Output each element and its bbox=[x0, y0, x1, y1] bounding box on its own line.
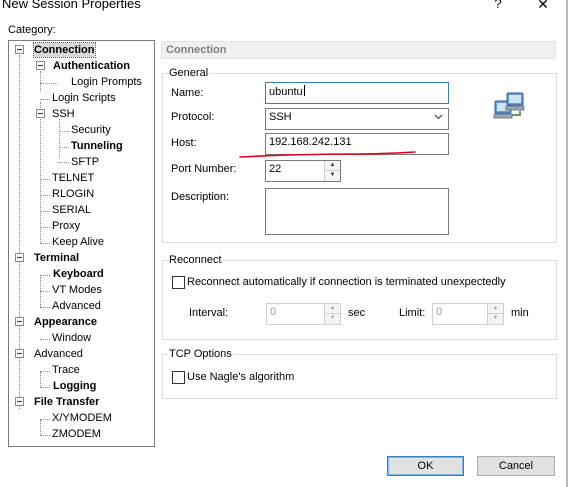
port-spinner[interactable]: ▲ ▼ bbox=[324, 161, 340, 181]
host-input-value: 192.168.242.131 bbox=[269, 136, 352, 148]
reconnect-checkbox[interactable] bbox=[172, 276, 185, 289]
limit-label: Limit: bbox=[399, 307, 426, 319]
limit-spinner[interactable]: ▲ ▼ bbox=[487, 304, 503, 324]
spin-down-icon[interactable]: ▼ bbox=[325, 314, 340, 324]
tree-item-telnet[interactable]: TELNET bbox=[52, 171, 94, 185]
collapse-ssh-icon[interactable] bbox=[36, 109, 45, 118]
interval-spinner[interactable]: ▲ ▼ bbox=[324, 304, 340, 324]
spin-down-icon[interactable]: ▼ bbox=[488, 314, 503, 324]
category-tree[interactable]: Connection Authentication Login Prompts … bbox=[8, 40, 155, 447]
category-label: Category: bbox=[8, 24, 56, 36]
protocol-select-value: SSH bbox=[269, 111, 292, 123]
tree-item-vt-modes[interactable]: VT Modes bbox=[52, 283, 102, 297]
tree-item-sftp[interactable]: SFTP bbox=[71, 155, 99, 169]
tree-item-rlogin[interactable]: RLOGIN bbox=[52, 187, 94, 201]
limit-unit: min bbox=[511, 307, 529, 319]
name-input[interactable]: ubuntu bbox=[265, 82, 449, 104]
tree-item-security[interactable]: Security bbox=[71, 123, 111, 137]
interval-unit: sec bbox=[348, 307, 366, 319]
help-button[interactable]: ? bbox=[491, 0, 505, 11]
port-number-stepper[interactable]: 22 ▲ ▼ bbox=[265, 160, 341, 182]
description-label: Description: bbox=[171, 191, 230, 203]
reconnect-checkbox-label[interactable]: Reconnect automatically if connection is… bbox=[187, 276, 506, 288]
tree-item-connection[interactable]: Connection bbox=[33, 42, 96, 58]
ok-button[interactable]: OK bbox=[387, 456, 464, 476]
tree-item-window[interactable]: Window bbox=[52, 331, 91, 345]
tree-item-terminal[interactable]: Terminal bbox=[34, 251, 79, 265]
tree-item-trace[interactable]: Trace bbox=[52, 363, 80, 377]
tree-item-keyboard[interactable]: Keyboard bbox=[53, 267, 104, 281]
text-caret bbox=[303, 85, 305, 96]
chevron-down-icon bbox=[433, 111, 444, 125]
tree-item-appearance[interactable]: Appearance bbox=[34, 315, 97, 329]
close-button[interactable]: ✕ bbox=[536, 0, 550, 13]
tcp-options-group-title: TCP Options bbox=[168, 348, 233, 360]
red-underline-annotation bbox=[239, 151, 416, 158]
protocol-label: Protocol: bbox=[171, 111, 215, 123]
interval-stepper[interactable]: 0 ▲ ▼ bbox=[266, 303, 341, 325]
tree-item-xymodem[interactable]: X/YMODEM bbox=[52, 411, 112, 425]
collapse-appearance-icon[interactable] bbox=[15, 317, 24, 326]
spin-up-icon[interactable]: ▲ bbox=[488, 304, 503, 314]
panel-header-title: Connection bbox=[166, 44, 227, 56]
protocol-select[interactable]: SSH bbox=[265, 108, 449, 130]
description-textarea[interactable] bbox=[265, 188, 449, 235]
interval-label: Interval: bbox=[189, 307, 229, 319]
general-group-title: General bbox=[168, 67, 210, 79]
tree-item-advanced[interactable]: Advanced bbox=[34, 347, 83, 361]
limit-value: 0 bbox=[436, 306, 443, 318]
window-title: New Session Properties bbox=[2, 0, 141, 11]
tree-item-logging[interactable]: Logging bbox=[53, 379, 96, 393]
tree-item-authentication[interactable]: Authentication bbox=[53, 59, 130, 73]
spin-up-icon[interactable]: ▲ bbox=[325, 304, 340, 314]
nagle-checkbox[interactable] bbox=[172, 371, 185, 384]
tree-item-keep-alive[interactable]: Keep Alive bbox=[52, 235, 104, 249]
name-label: Name: bbox=[171, 87, 204, 99]
reconnect-group-title: Reconnect bbox=[168, 254, 223, 266]
tree-item-terminal-advanced[interactable]: Advanced bbox=[52, 299, 101, 313]
collapse-advanced-icon[interactable] bbox=[15, 349, 24, 358]
port-number-value: 22 bbox=[269, 163, 282, 175]
tree-item-zmodem[interactable]: ZMODEM bbox=[52, 427, 101, 441]
tree-item-serial[interactable]: SERIAL bbox=[52, 203, 91, 217]
tree-item-login-prompts[interactable]: Login Prompts bbox=[71, 75, 142, 89]
limit-stepper[interactable]: 0 ▲ ▼ bbox=[432, 303, 504, 325]
nagle-checkbox-label[interactable]: Use Nagle's algorithm bbox=[187, 371, 294, 383]
spin-down-icon[interactable]: ▼ bbox=[325, 171, 340, 181]
tree-item-proxy[interactable]: Proxy bbox=[52, 219, 80, 233]
tree-item-tunneling[interactable]: Tunneling bbox=[71, 139, 123, 153]
collapse-terminal-icon[interactable] bbox=[15, 253, 24, 262]
cancel-button[interactable]: Cancel bbox=[477, 456, 555, 476]
host-label: Host: bbox=[171, 137, 197, 149]
interval-value: 0 bbox=[270, 306, 277, 318]
collapse-file-transfer-icon[interactable] bbox=[15, 397, 24, 406]
collapse-authentication-icon[interactable] bbox=[36, 61, 45, 70]
spin-up-icon[interactable]: ▲ bbox=[325, 161, 340, 171]
tree-item-file-transfer[interactable]: File Transfer bbox=[34, 395, 99, 409]
tree-item-login-scripts[interactable]: Login Scripts bbox=[52, 91, 116, 105]
name-input-value: ubuntu bbox=[269, 86, 303, 98]
reconnect-group bbox=[162, 260, 557, 340]
tree-item-ssh[interactable]: SSH bbox=[52, 107, 75, 121]
network-computers-icon bbox=[493, 92, 525, 119]
port-label: Port Number: bbox=[171, 163, 237, 175]
collapse-connection-icon[interactable] bbox=[15, 45, 24, 54]
